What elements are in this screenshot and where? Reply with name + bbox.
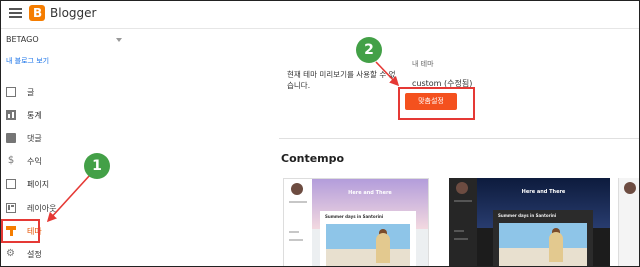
screenshot-border xyxy=(0,0,640,267)
